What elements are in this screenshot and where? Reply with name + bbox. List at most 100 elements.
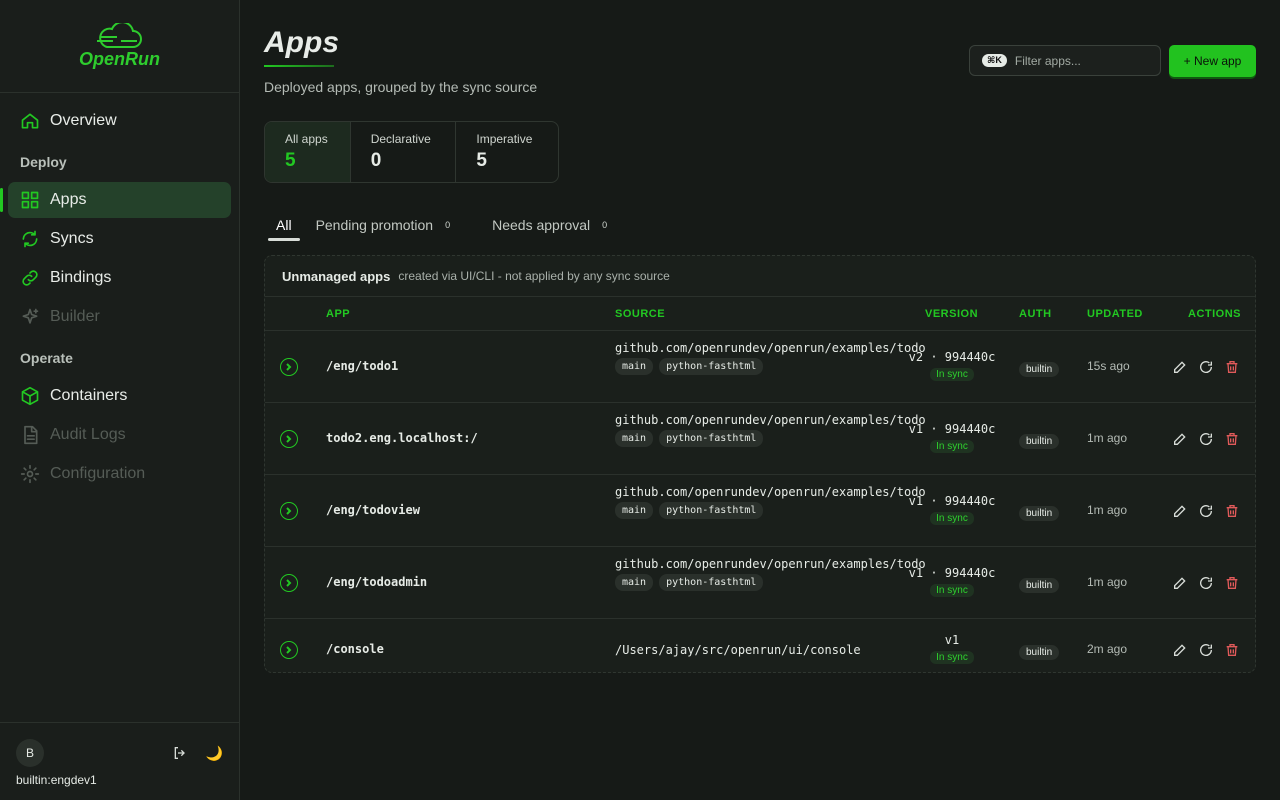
table-row[interactable]: /eng/todoview github.com/openrundev/openr… [265, 475, 1255, 547]
edit-icon[interactable] [1172, 503, 1188, 519]
avatar[interactable]: B [16, 739, 44, 767]
app-name[interactable]: todo2.eng.localhost:/ [326, 431, 478, 445]
sidebar-item-label: Containers [50, 387, 128, 404]
table-row[interactable]: /eng/todoadmin github.com/openrundev/open… [265, 547, 1255, 619]
auth-cell: builtin [1019, 503, 1060, 521]
reload-icon[interactable] [1198, 575, 1214, 591]
stat-all-apps[interactable]: All apps 5 [265, 122, 351, 182]
sidebar-item-label: Configuration [50, 465, 146, 482]
tab-label: Pending promotion [315, 217, 434, 233]
updated-time: 1m ago [1087, 503, 1128, 517]
sync-status-badge: In sync [930, 651, 974, 664]
sidebar-nav: Overview Deploy Apps Syncs Bindings Builder Op… [0, 93, 239, 492]
column-source[interactable]: SOURCE [615, 308, 665, 320]
trash-icon[interactable] [1224, 431, 1240, 447]
sidebar-item-bindings[interactable]: Bindings [8, 260, 231, 296]
sidebar-item-syncs[interactable]: Syncs [8, 221, 231, 257]
sidebar-item-overview[interactable]: Overview [8, 103, 231, 139]
expand-icon[interactable] [280, 430, 298, 448]
version-text: v1 [944, 633, 960, 647]
trash-icon[interactable] [1224, 359, 1240, 375]
tab-pending-promotion[interactable]: Pending promotion 0 [316, 210, 451, 240]
chip: python-fasthtml [659, 574, 764, 591]
source-path: github.com/openrundev/openrun/examples/t… [615, 413, 926, 427]
sidebar-item-apps[interactable]: Apps [0, 182, 231, 218]
table-row[interactable]: /eng/todo1 github.com/openrundev/openrun/… [265, 331, 1255, 403]
title-underline [264, 65, 334, 67]
trash-icon[interactable] [1224, 642, 1240, 658]
filter-box[interactable]: ⌘K [969, 45, 1161, 76]
filter-input[interactable] [1014, 53, 1155, 68]
auth-cell: builtin [1019, 359, 1060, 377]
app-name[interactable]: /console [326, 642, 384, 656]
edit-icon[interactable] [1172, 359, 1188, 375]
logo[interactable]: OpenRun [0, 0, 239, 93]
tab-needs-approval[interactable]: Needs approval 0 [492, 210, 607, 240]
column-app[interactable]: APP [326, 308, 350, 320]
expand-icon[interactable] [280, 574, 298, 592]
version-text: v1 · 994440c [908, 566, 996, 580]
sidebar-item-label: Builder [50, 308, 100, 325]
table-body: /eng/todo1 github.com/openrundev/openrun/… [265, 331, 1255, 681]
reload-icon[interactable] [1198, 359, 1214, 375]
tab-count: 0 [602, 220, 608, 230]
trash-icon[interactable] [1224, 575, 1240, 591]
column-version[interactable]: VERSION [925, 308, 978, 320]
app-name[interactable]: /eng/todoview [326, 503, 420, 517]
chip: main [615, 574, 654, 591]
sync-status-badge: In sync [930, 440, 974, 453]
reload-icon[interactable] [1198, 642, 1214, 658]
sidebar-item-label: Syncs [50, 230, 94, 247]
tab-label: Needs approval [492, 217, 591, 233]
edit-icon[interactable] [1172, 575, 1188, 591]
edit-icon[interactable] [1172, 431, 1188, 447]
stat-value: 0 [370, 150, 382, 171]
sidebar-item-label: Apps [50, 191, 87, 208]
auth-cell: builtin [1019, 575, 1060, 593]
stat-imperative[interactable]: Imperative 5 [456, 122, 558, 182]
expand-icon[interactable] [280, 641, 298, 659]
sidebar-item-label: Overview [50, 112, 117, 129]
tab-label: All [276, 217, 292, 233]
page-subtitle: Deployed apps, grouped by the sync sourc… [264, 79, 538, 95]
expand-icon[interactable] [280, 358, 298, 376]
table-row[interactable]: /console/Users/ajay/src/openrun/ui/conso… [265, 619, 1255, 681]
moon-icon[interactable]: 🌙 [206, 745, 223, 762]
app-name[interactable]: /eng/todoadmin [326, 575, 427, 589]
reload-icon[interactable] [1198, 503, 1214, 519]
version-cell: v1 · 994440c In sync [905, 422, 999, 454]
table-row[interactable]: todo2.eng.localhost:/ github.com/openrund… [265, 403, 1255, 475]
version-cell: v1 · 994440c In sync [905, 566, 999, 598]
table-header: APP SOURCE VERSION AUTH UPDATED ACTIONS [265, 297, 1255, 331]
logout-icon[interactable] [172, 745, 188, 761]
document-icon [24, 425, 38, 445]
tab-all[interactable]: All [268, 210, 300, 241]
source-path: github.com/openrundev/openrun/examples/t… [615, 485, 926, 499]
sync-status-badge: In sync [930, 368, 974, 381]
expand-icon[interactable] [280, 502, 298, 520]
auth-badge: builtin [1019, 645, 1060, 660]
column-auth[interactable]: AUTH [1019, 308, 1052, 320]
source-path: github.com/openrundev/openrun/examples/t… [615, 557, 926, 571]
cloud-logo-icon [96, 22, 142, 48]
sidebar-footer: B 🌙 builtin:engdev1 [0, 722, 239, 800]
reload-icon[interactable] [1198, 431, 1214, 447]
row-actions [1172, 575, 1240, 591]
nav-section-deploy: Deploy [20, 154, 67, 170]
updated-time: 15s ago [1087, 359, 1130, 373]
version-text: v1 · 994440c [908, 422, 996, 436]
new-app-button[interactable]: + New app [1169, 45, 1256, 77]
sidebar-item-builder: Builder [8, 299, 231, 335]
stat-declarative[interactable]: Declarative 0 [351, 122, 457, 182]
source-path: github.com/openrundev/openrun/examples/t… [615, 341, 926, 355]
shortcut-badge: ⌘K [982, 54, 1007, 67]
unmanaged-apps-panel: Unmanaged apps created via UI/CLI - not … [264, 255, 1256, 673]
trash-icon[interactable] [1224, 503, 1240, 519]
app-name[interactable]: /eng/todo1 [326, 359, 398, 373]
gear-icon [20, 464, 40, 484]
updated-time: 1m ago [1087, 431, 1128, 445]
edit-icon[interactable] [1172, 642, 1188, 658]
column-updated[interactable]: UPDATED [1087, 308, 1143, 320]
sidebar-item-containers[interactable]: Containers [8, 378, 231, 414]
row-actions [1172, 642, 1240, 658]
